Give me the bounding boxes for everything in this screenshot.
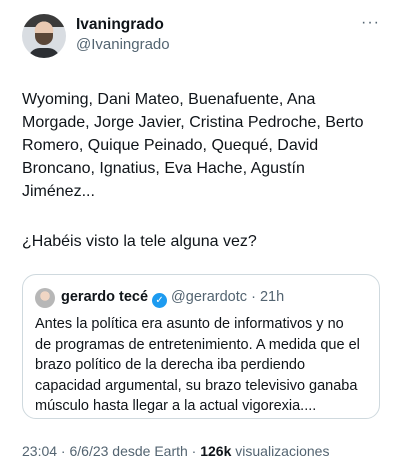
tweet-question: ¿Habéis visto la tele alguna vez?	[22, 233, 257, 250]
verified-icon: ✓	[152, 293, 168, 308]
quoted-author-handle[interactable]: @gerardotc	[171, 289, 247, 305]
more-icon[interactable]: ···	[361, 15, 380, 31]
quoted-header: gerardo tecé ✓ @gerardotc · 21h	[61, 289, 284, 308]
quoted-text: Antes la política era asunto de informat…	[35, 316, 360, 414]
avatar-beard	[35, 33, 53, 45]
avatar-shirt	[28, 48, 60, 58]
author-display-name[interactable]: Ivaningrado	[76, 16, 164, 34]
tweet-author: Ivaningrado @Ivaningrado ···	[22, 14, 382, 62]
views-count: 126k	[200, 443, 232, 459]
quoted-tweet[interactable]: gerardo tecé ✓ @gerardotc · 21h Antes la p…	[22, 274, 380, 419]
avatar[interactable]	[22, 14, 66, 58]
tweet-meta: 23:04 · 6/6/23 desde Earth · 126k visual…	[22, 443, 329, 459]
quoted-author-name[interactable]: gerardo tecé	[61, 289, 148, 305]
tweet: Ivaningrado @Ivaningrado ··· Wyoming, Da…	[0, 0, 400, 470]
author-handle[interactable]: @Ivaningrado	[76, 36, 170, 53]
timestamp-source[interactable]: 23:04 · 6/6/23 desde Earth ·	[22, 443, 196, 459]
tweet-text: Wyoming, Dani Mateo, Buenafuente, Ana Mo…	[22, 91, 364, 200]
views-label: visualizaciones	[235, 443, 330, 459]
quoted-timestamp[interactable]: 21h	[260, 289, 284, 305]
quoted-separator: ·	[251, 289, 256, 305]
quoted-avatar[interactable]	[35, 288, 55, 308]
